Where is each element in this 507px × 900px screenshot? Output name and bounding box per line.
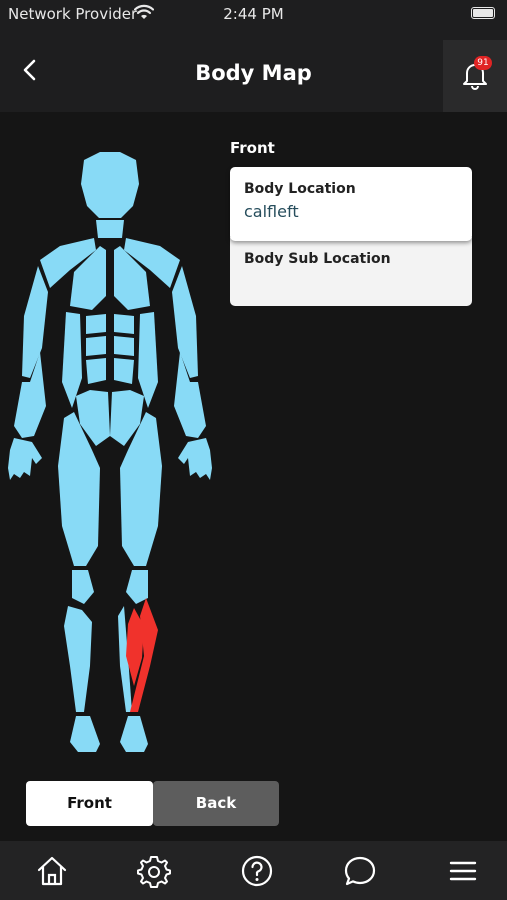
- body-location-label: Body Location: [244, 181, 356, 197]
- tab-help[interactable]: [237, 853, 277, 889]
- status-time: 2:44 PM: [223, 5, 284, 23]
- body-part-neck[interactable]: [96, 220, 124, 238]
- view-label: Front: [230, 139, 275, 157]
- home-icon: [37, 856, 67, 886]
- body-part-upper-arm-left[interactable]: [172, 266, 198, 378]
- header: Body Map 91: [0, 30, 507, 112]
- body-part-foot-right[interactable]: [70, 716, 100, 752]
- status-bar: Network Provider 2:44 PM: [0, 0, 507, 30]
- gear-icon: [137, 856, 171, 888]
- menu-icon: [449, 861, 477, 881]
- tab-home[interactable]: [32, 853, 72, 889]
- front-button[interactable]: Front: [26, 781, 153, 826]
- body-location-field[interactable]: Body Location calfleft: [230, 167, 472, 241]
- tab-bar: [0, 841, 507, 900]
- notifications-button[interactable]: 91: [443, 40, 507, 112]
- chat-icon: [344, 856, 376, 886]
- tab-menu[interactable]: [443, 853, 483, 889]
- back-view-button[interactable]: Back: [153, 781, 279, 826]
- body-part-hand-right[interactable]: [8, 438, 42, 480]
- body-part-knee-left[interactable]: [126, 570, 148, 604]
- help-icon: [241, 855, 273, 887]
- body-sub-location-label: Body Sub Location: [244, 251, 391, 267]
- battery-icon: [471, 7, 495, 19]
- body-figure[interactable]: [0, 146, 220, 756]
- body-part-head[interactable]: [81, 152, 139, 218]
- body-part-knee-right[interactable]: [72, 570, 94, 604]
- view-toggle: Front Back: [26, 781, 279, 826]
- body-part-shin-right[interactable]: [64, 606, 92, 712]
- body-part-upper-arm-right[interactable]: [22, 266, 48, 378]
- body-part-abdomen[interactable]: [86, 314, 106, 334]
- body-part-hand-left[interactable]: [178, 438, 212, 480]
- tab-settings[interactable]: [134, 853, 174, 889]
- body-sub-location-field[interactable]: Body Sub Location: [230, 237, 472, 306]
- body-part-side-left[interactable]: [138, 312, 158, 408]
- body-part-foot-left[interactable]: [120, 716, 148, 752]
- notification-badge: 91: [474, 56, 492, 70]
- body-location-value: calfleft: [244, 202, 299, 221]
- page-title: Body Map: [195, 61, 312, 85]
- body-part-side-right[interactable]: [62, 312, 82, 408]
- tab-messages[interactable]: [340, 853, 380, 889]
